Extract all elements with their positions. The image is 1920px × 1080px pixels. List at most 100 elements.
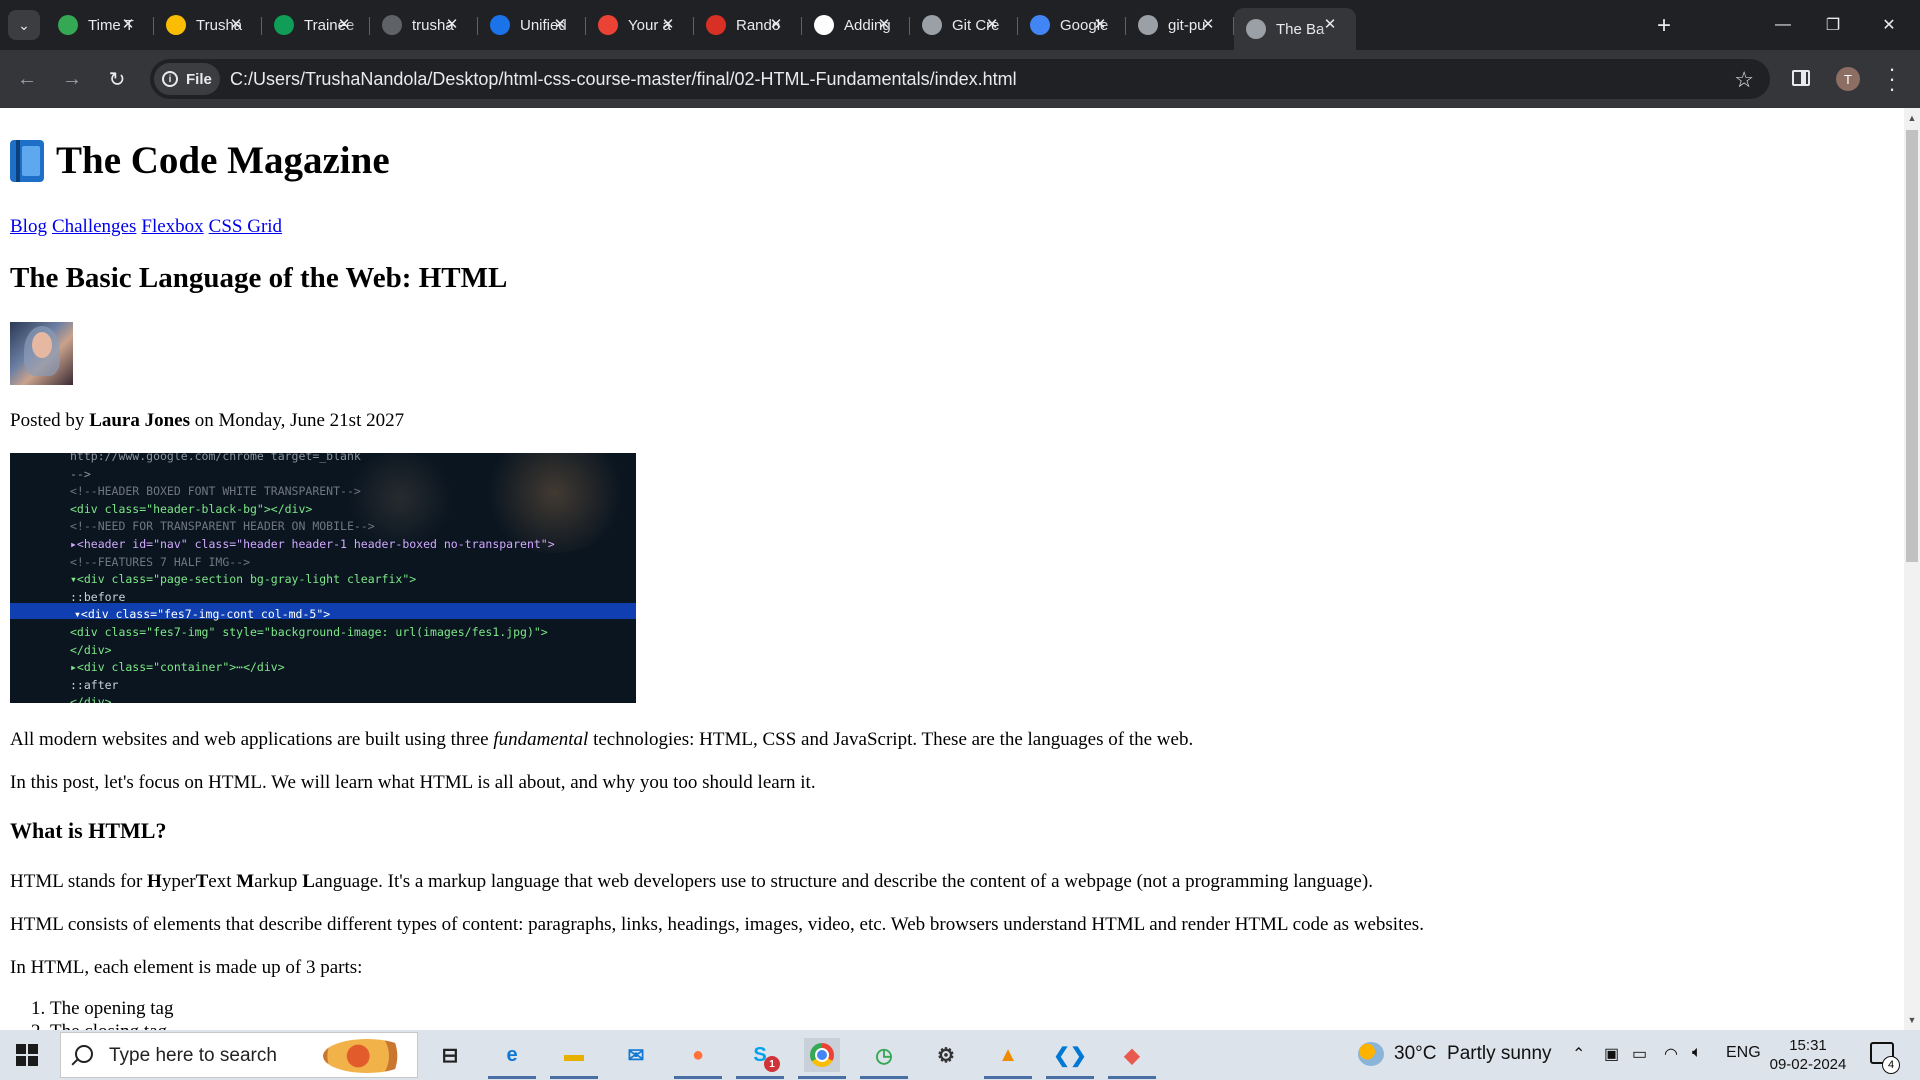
code-line: ▸<div class="container">⋯</div> [70, 660, 285, 675]
tab-search-button[interactable]: ⌄ [8, 10, 40, 40]
github-icon [814, 15, 834, 35]
tab-9[interactable]: Git Cre ✕ [910, 8, 1018, 42]
author-name: Laura Jones [89, 410, 191, 431]
close-tab-icon[interactable]: ✕ [1320, 14, 1340, 34]
back-button[interactable]: ← [10, 62, 44, 96]
url-text[interactable]: C:/Users/TrushaNandola/Desktop/html-css-… [230, 69, 1017, 90]
google-sheets-icon [274, 15, 294, 35]
reload-icon: ↻ [108, 68, 126, 91]
close-tab-icon[interactable]: ✕ [1090, 14, 1110, 34]
restore-button[interactable]: ❐ [1810, 10, 1856, 40]
skype-icon[interactable]: S 1 [736, 1038, 784, 1079]
browser-toolbar: ← → ↻ i File C:/Users/TrushaNandola/Desk… [0, 50, 1920, 108]
scrollbar-thumb[interactable] [1906, 130, 1918, 562]
vlc-icon[interactable]: ▲ [984, 1038, 1032, 1079]
tab-3[interactable]: Trainee ✕ [262, 8, 370, 42]
tab-strip: ⌄ Time T ✕ Trusha ✕ Trainee ✕ trusha ✕ Unified ✕ Y… [0, 0, 1920, 50]
scroll-up-icon[interactable]: ▲ [1904, 110, 1920, 126]
scroll-down-icon[interactable]: ▼ [1904, 1012, 1920, 1028]
nav-link-css-grid[interactable]: CSS Grid [209, 216, 282, 237]
list-item: The opening tag [50, 998, 173, 1021]
close-tab-icon[interactable]: ✕ [442, 14, 462, 34]
close-tab-icon[interactable]: ✕ [118, 14, 138, 34]
globe-icon [1246, 19, 1266, 39]
minimize-button[interactable]: — [1760, 10, 1806, 40]
close-tab-icon[interactable]: ✕ [550, 14, 570, 34]
taskbar-search-placeholder: Type here to search [109, 1045, 277, 1066]
vscode-icon[interactable]: ❮❯ [1046, 1038, 1094, 1079]
weather-widget[interactable]: 30°C Partly sunny [1358, 1042, 1552, 1066]
profile-avatar[interactable]: T [1836, 67, 1860, 91]
forward-button[interactable]: → [55, 62, 89, 96]
minimize-icon: — [1775, 16, 1791, 33]
side-panel-icon[interactable] [1792, 70, 1810, 86]
tab-8[interactable]: Adding ✕ [802, 8, 910, 42]
intro-paragraph-2: In this post, let's focus on HTML. We wi… [10, 772, 816, 793]
close-window-button[interactable]: ✕ [1866, 10, 1912, 40]
restore-icon: ❐ [1825, 17, 1841, 34]
vertical-scrollbar[interactable]: ▲ ▼ [1904, 108, 1920, 1030]
close-tab-icon[interactable]: ✕ [334, 14, 354, 34]
address-bar[interactable]: i File C:/Users/TrushaNandola/Desktop/ht… [150, 59, 1770, 99]
clock-time: 15:31 [1789, 1037, 1827, 1054]
partly-sunny-icon [1358, 1042, 1384, 1066]
battery-icon[interactable]: ▭ [1632, 1044, 1647, 1064]
close-icon: ✕ [1882, 17, 1896, 34]
section-heading-what-is-html: What is HTML? [10, 818, 167, 843]
tab-5[interactable]: Unified ✕ [478, 8, 586, 42]
tab-7[interactable]: Rando ✕ [694, 8, 802, 42]
tab-12[interactable]: The Ba ✕ [1234, 8, 1356, 50]
code-line: ▾<div class="fes7-img-cont col-md-5"> [74, 607, 331, 622]
random-icon [706, 15, 726, 35]
close-tab-icon[interactable]: ✕ [226, 14, 246, 34]
tab-11[interactable]: git-pu ✕ [1126, 8, 1234, 42]
close-tab-icon[interactable]: ✕ [658, 14, 678, 34]
arrow-right-icon: → [62, 67, 82, 90]
new-tab-button[interactable]: + [1650, 12, 1678, 40]
more-menu-icon[interactable]: · · · [1886, 58, 1898, 100]
file-explorer-icon[interactable]: ▬ [550, 1038, 598, 1079]
nav-link-blog[interactable]: Blog [10, 216, 47, 237]
mail-icon[interactable]: ✉ [618, 1038, 654, 1072]
tab-10[interactable]: Google ✕ [1018, 8, 1126, 42]
chrome-icon[interactable] [798, 1038, 846, 1079]
settings-icon[interactable]: ⚙ [928, 1038, 964, 1072]
tab-6[interactable]: Your a ✕ [586, 8, 694, 42]
nav-link-flexbox[interactable]: Flexbox [141, 216, 203, 237]
system-clock[interactable]: 15:31 09-02-2024 [1768, 1036, 1848, 1074]
language-indicator[interactable]: ENG [1726, 1044, 1761, 1062]
taskbar-search-box[interactable]: Type here to search [60, 1032, 418, 1078]
meet-now-icon[interactable]: ▣ [1604, 1044, 1619, 1064]
firefox-icon[interactable]: ● [674, 1038, 722, 1079]
pizza-doodle-icon[interactable] [323, 1039, 411, 1073]
list-item: The closing tag [50, 1021, 173, 1030]
chevron-up-icon[interactable]: ⌃ [1572, 1044, 1585, 1064]
page-viewport: The Code Magazine Blog Challenges Flexbox C… [0, 108, 1904, 1030]
main-nav: Blog Challenges Flexbox CSS Grid [10, 216, 287, 238]
tab-2[interactable]: Trusha ✕ [154, 8, 262, 42]
page-title: The Code Magazine [10, 138, 390, 183]
bookmark-star-icon[interactable]: ☆ [1734, 67, 1754, 93]
code-line: <div class="header-black-bg"></div> [70, 501, 313, 516]
close-tab-icon[interactable]: ✕ [766, 14, 786, 34]
task-view-icon[interactable]: ⊟ [432, 1038, 468, 1072]
close-tab-icon[interactable]: ✕ [874, 14, 894, 34]
author-photo [10, 322, 73, 385]
close-tab-icon[interactable]: ✕ [982, 14, 1002, 34]
site-info-chip[interactable]: i File [154, 63, 220, 95]
edge-icon[interactable]: e [488, 1038, 536, 1079]
nav-link-challenges[interactable]: Challenges [52, 216, 136, 237]
element-parts-list: The opening tag The closing tag [10, 998, 173, 1030]
wifi-icon[interactable]: ◠ [1664, 1044, 1678, 1064]
site-info-label: File [186, 70, 212, 88]
windows-start-icon[interactable] [16, 1044, 38, 1066]
tab-1[interactable]: Time T ✕ [46, 8, 154, 42]
blue-book-icon [10, 139, 44, 182]
reload-button[interactable]: ↻ [100, 62, 134, 96]
code-line: ▾<div class="page-section bg-gray-light … [70, 572, 417, 587]
timer-icon[interactable]: ◷ [860, 1038, 908, 1079]
tab-4[interactable]: trusha ✕ [370, 8, 478, 42]
volume-icon[interactable]: 🔈︎ [1692, 1044, 1702, 1062]
git-icon[interactable]: ◆ [1108, 1038, 1156, 1079]
close-tab-icon[interactable]: ✕ [1198, 14, 1218, 34]
